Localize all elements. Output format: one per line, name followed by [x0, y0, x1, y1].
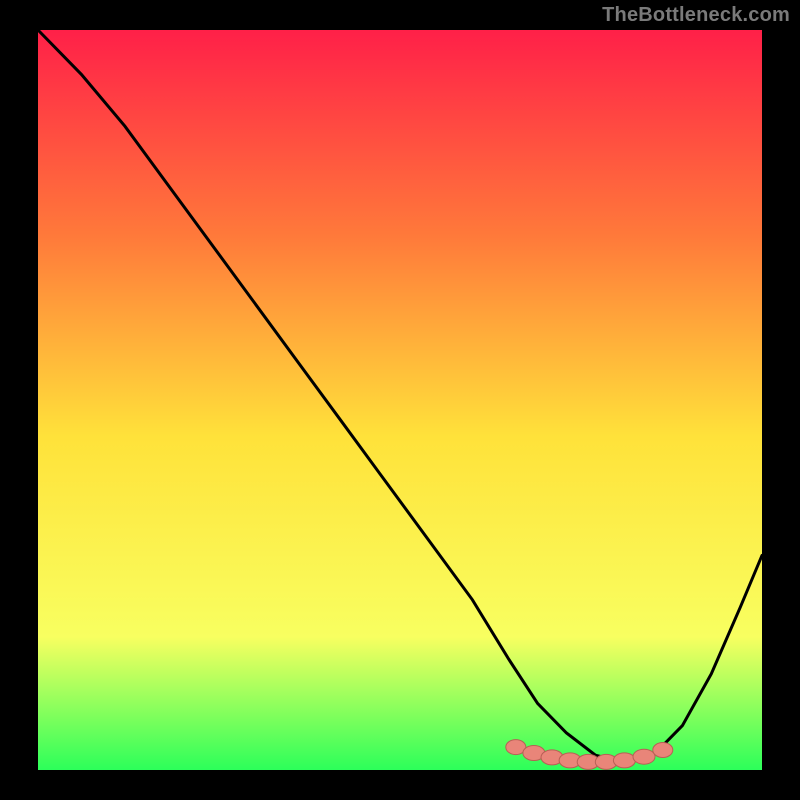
chart-svg [0, 0, 800, 800]
valley-marker [653, 743, 673, 758]
plot-gradient-bg [38, 30, 762, 770]
chart-frame: { "attribution": "TheBottleneck.com", "c… [0, 0, 800, 800]
valley-marker [613, 753, 635, 768]
valley-marker [633, 749, 655, 764]
